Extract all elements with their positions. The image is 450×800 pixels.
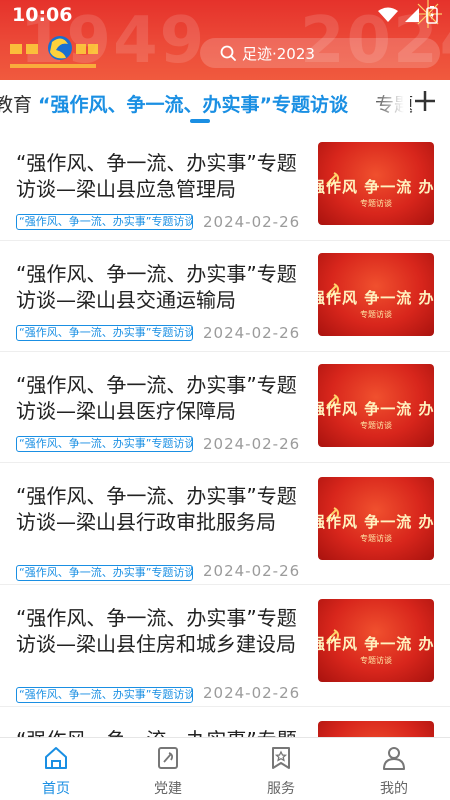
nav-home-label: 首页	[42, 781, 70, 797]
article-tag: “强作风、争一流、办实事”专题访谈	[16, 687, 193, 703]
article-date: 2024-02-26	[203, 324, 301, 342]
profile-icon	[383, 747, 405, 770]
article-thumbnail: 强作风 争一流 办实事 专题访谈	[318, 599, 434, 682]
app-screen: 1949 2024 10:06	[0, 0, 450, 800]
article-thumbnail: 强作风 争一流 办实事 专题访谈	[318, 253, 434, 336]
search-icon	[220, 45, 236, 61]
status-time: 10:06	[12, 4, 73, 26]
home-icon	[45, 747, 67, 769]
battery-charging-icon	[426, 6, 438, 24]
nav-party-building[interactable]: 党建	[128, 744, 208, 798]
nav-party-building-label: 党建	[154, 781, 182, 797]
article-tag: “强作风、争一流、办实事”专题访谈	[16, 214, 193, 230]
list-item[interactable]: “强作风、争一流、办实事”专题访谈—梁山县应急管理局 “强作风、争一流、办实事”…	[0, 130, 450, 241]
category-tabs: 教育 “强作风、争一流、办实事”专题访谈 专题	[0, 80, 450, 126]
header-banner: 1949 2024 10:06	[0, 0, 450, 80]
list-item[interactable]: “强作风、争一流、办实事”专题访谈—梁山县交通运输局 “强作风、争一流、办实事”…	[0, 241, 450, 352]
thumbnail-title: 强作风 争一流 办实事	[318, 400, 434, 418]
party-building-icon	[158, 747, 178, 769]
thumbnail-subtitle: 专题访谈	[360, 421, 392, 430]
status-icons	[378, 6, 438, 24]
article-title: “强作风、争一流、办实事”专题访谈—梁山县住房和城乡建设局	[16, 606, 297, 656]
article-title: “强作风、争一流、办实事”专题访谈—梁山县行政审批服务局	[16, 484, 297, 534]
article-thumbnail: 强作风 争一流 办实事 专题访谈	[318, 477, 434, 560]
thumbnail-title: 强作风 争一流 办实事	[318, 289, 434, 307]
article-title: “强作风、争一流、办实事”专题访谈—梁山县医疗保障局	[16, 373, 297, 423]
tab-fade-overlay	[370, 80, 410, 126]
list-item[interactable]: “强作风、争一流、办实事”专题访谈—梁山县医疗保障局 “强作风、争一流、办实事”…	[0, 352, 450, 463]
service-icon	[272, 747, 290, 769]
article-date: 2024-02-26	[203, 684, 301, 702]
thumbnail-title: 强作风 争一流 办实事	[318, 635, 434, 653]
article-title: “强作风、争一流、办实事”专题访谈—梁山县交通运输局	[16, 262, 297, 312]
thumbnail-subtitle: 专题访谈	[360, 534, 392, 543]
article-title: “强作风、争一流、办实事”专题访谈—梁山县应急管理局	[16, 151, 297, 201]
article-date: 2024-02-26	[203, 213, 301, 231]
thumbnail-title: 强作风 争一流 办实事	[318, 178, 434, 196]
article-date: 2024-02-26	[203, 562, 301, 580]
tab-special-interview[interactable]: “强作风、争一流、办实事”专题访谈	[38, 90, 348, 117]
app-logo	[10, 36, 98, 68]
nav-home[interactable]: 首页	[16, 744, 96, 798]
nav-service-label: 服务	[267, 781, 295, 797]
search-text: 足迹·2023	[242, 44, 315, 63]
thumbnail-subtitle: 专题访谈	[360, 199, 392, 208]
active-tab-indicator	[190, 119, 210, 123]
bottom-navigation: 首页 党建 服务 我的	[0, 737, 450, 800]
article-list: “强作风、争一流、办实事”专题访谈—梁山县应急管理局 “强作风、争一流、办实事”…	[0, 130, 450, 800]
nav-profile-label: 我的	[380, 781, 408, 797]
cellular-signal-icon	[405, 8, 419, 22]
article-date: 2024-02-26	[203, 435, 301, 453]
status-bar: 10:06	[0, 0, 450, 30]
add-channel-icon[interactable]	[412, 88, 438, 114]
article-thumbnail: 强作风 争一流 办实事 专题访谈	[318, 364, 434, 447]
thumbnail-subtitle: 专题访谈	[360, 310, 392, 319]
search-bar[interactable]: 足迹·2023	[200, 38, 440, 68]
wifi-icon	[378, 7, 398, 22]
list-item[interactable]: “强作风、争一流、办实事”专题访谈—梁山县住房和城乡建设局 “强作风、争一流、办…	[0, 585, 450, 707]
list-item[interactable]: “强作风、争一流、办实事”专题访谈—梁山县行政审批服务局 “强作风、争一流、办实…	[0, 463, 450, 585]
article-tag: “强作风、争一流、办实事”专题访谈	[16, 436, 193, 452]
article-tag: “强作风、争一流、办实事”专题访谈	[16, 565, 193, 581]
article-tag: “强作风、争一流、办实事”专题访谈	[16, 325, 193, 341]
article-thumbnail: 强作风 争一流 办实事 专题访谈	[318, 142, 434, 225]
thumbnail-title: 强作风 争一流 办实事	[318, 513, 434, 531]
tab-education[interactable]: 教育	[0, 90, 32, 117]
nav-profile[interactable]: 我的	[354, 744, 434, 798]
nav-service[interactable]: 服务	[241, 744, 321, 798]
thumbnail-subtitle: 专题访谈	[360, 656, 392, 665]
